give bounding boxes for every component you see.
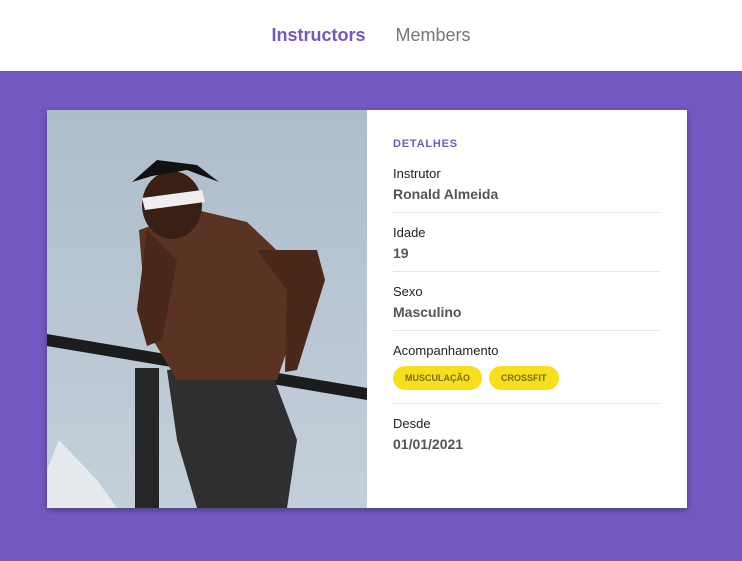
age-label: Idade [393, 225, 426, 240]
service-tag-musculacao: Musculação [393, 366, 482, 390]
detail-services: Acompanhamento Musculação Crossfit [393, 343, 661, 404]
nav-link-instructors[interactable]: Instructors [271, 25, 365, 47]
detail-gender: Sexo Masculino [393, 284, 661, 331]
gender-value: Masculino [393, 304, 462, 320]
since-value: 01/01/2021 [393, 436, 464, 452]
since-label: Desde [393, 416, 431, 431]
details-heading: Detalhes [393, 138, 458, 150]
instructor-card: Detalhes Instrutor Ronald Almeida Idade … [47, 110, 687, 508]
athlete-photo-illustration [47, 110, 367, 508]
instructor-name: Ronald Almeida [393, 186, 499, 202]
services-label: Acompanhamento [393, 343, 499, 358]
age-value: 19 [393, 245, 409, 261]
instructor-photo [47, 110, 367, 508]
details-panel: Detalhes Instrutor Ronald Almeida Idade … [367, 110, 687, 508]
detail-age: Idade 19 [393, 225, 661, 272]
service-tag-crossfit: Crossfit [489, 366, 559, 390]
detail-since: Desde 01/01/2021 [393, 416, 661, 462]
top-nav: Instructors Members [0, 0, 742, 71]
nav-link-members[interactable]: Members [396, 25, 471, 47]
instructor-label: Instrutor [393, 166, 441, 181]
detail-instructor: Instrutor Ronald Almeida [393, 166, 661, 213]
service-tags: Musculação Crossfit [393, 366, 661, 393]
gender-label: Sexo [393, 284, 423, 299]
